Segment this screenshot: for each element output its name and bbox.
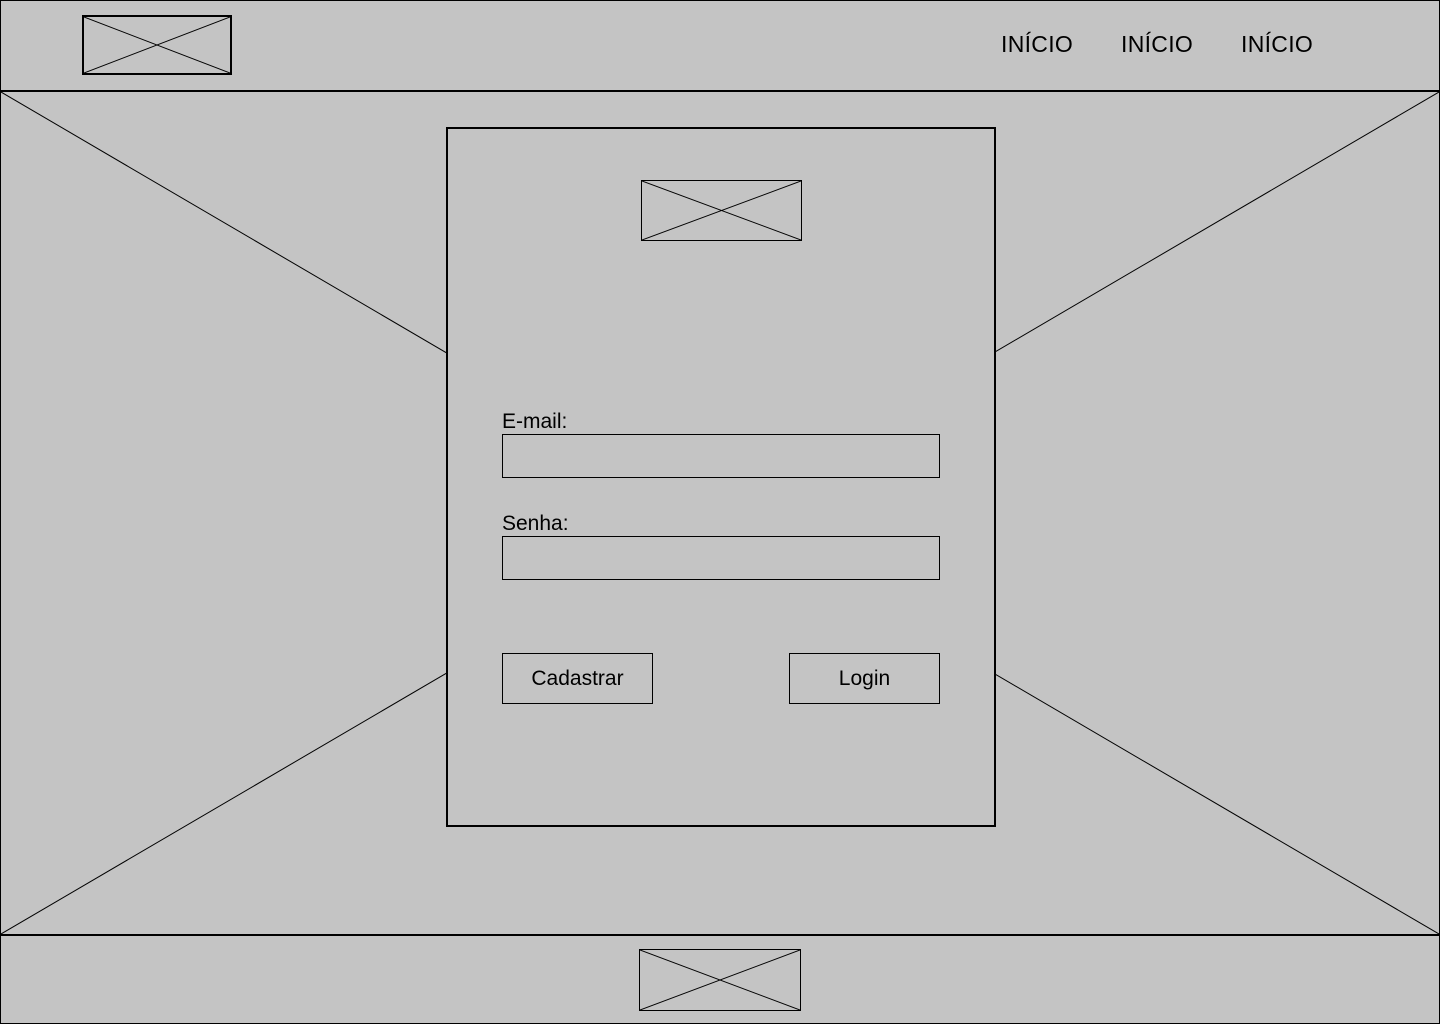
login-card: E-mail: Senha: Cadastrar Login xyxy=(446,127,996,827)
password-label: Senha: xyxy=(502,512,569,535)
footer-logo-image-placeholder-icon xyxy=(639,949,801,1011)
page: INÍCIO INÍCIO INÍCIO E-mail: Senha: Cada… xyxy=(0,0,1440,1024)
header: INÍCIO INÍCIO INÍCIO xyxy=(1,1,1439,92)
header-logo-image-placeholder-icon[interactable] xyxy=(82,15,232,75)
email-field[interactable] xyxy=(502,434,940,478)
card-logo-image-placeholder-icon xyxy=(641,180,802,241)
nav-link-inicio-2[interactable]: INÍCIO xyxy=(1121,31,1193,58)
footer xyxy=(1,934,1439,1024)
password-field[interactable] xyxy=(502,536,940,580)
nav-link-inicio-1[interactable]: INÍCIO xyxy=(1001,31,1073,58)
nav-link-inicio-3[interactable]: INÍCIO xyxy=(1241,31,1313,58)
email-label: E-mail: xyxy=(502,410,568,433)
register-button[interactable]: Cadastrar xyxy=(502,653,653,704)
login-button[interactable]: Login xyxy=(789,653,940,704)
